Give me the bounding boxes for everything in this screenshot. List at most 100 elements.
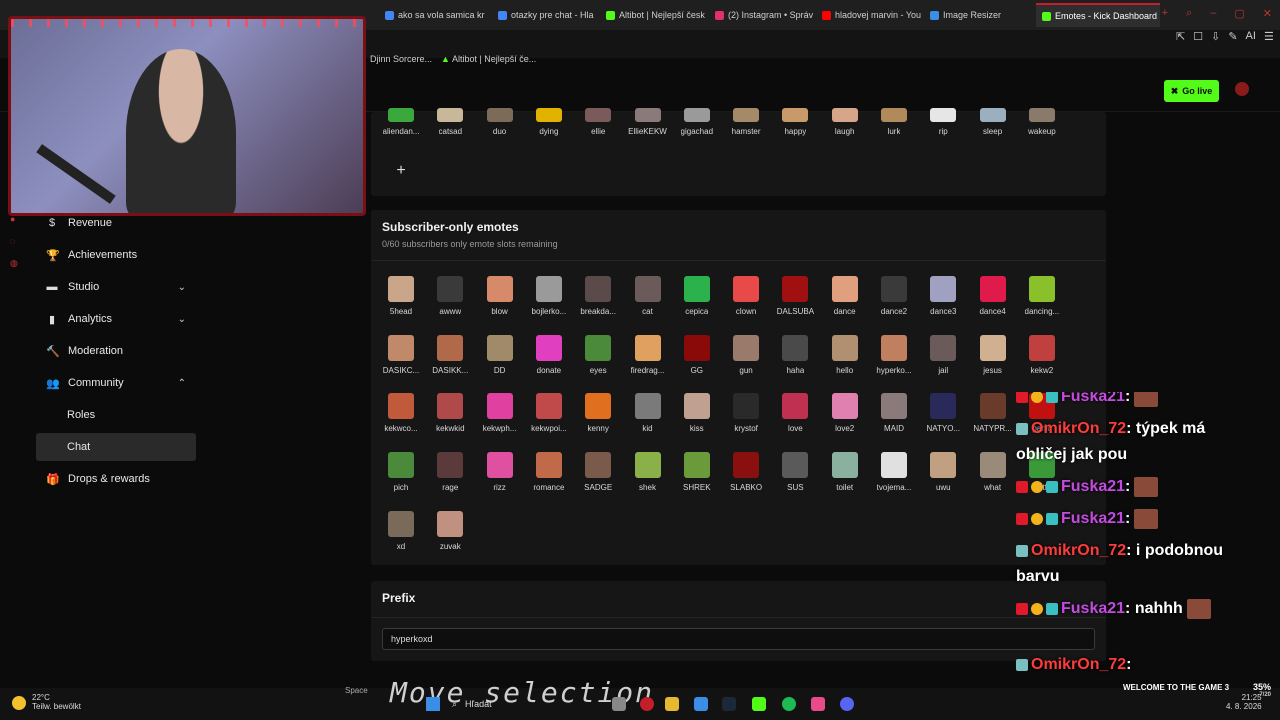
- file-explorer-icon[interactable]: [612, 697, 626, 711]
- taskbar-search[interactable]: ⌕ Hľadať: [452, 694, 592, 714]
- emote-item[interactable]: GG: [670, 334, 724, 385]
- search-tabs-icon[interactable]: ⌕: [1186, 7, 1192, 20]
- emote-item[interactable]: MAID: [867, 393, 921, 443]
- sidebar-item-achievements[interactable]: 🏆 Achievements: [36, 241, 196, 269]
- sidebar-item-analytics[interactable]: ▮ Analytics ⌄: [36, 305, 196, 333]
- sidebar-item-roles[interactable]: Roles: [36, 401, 196, 429]
- ai-icon[interactable]: AI: [1246, 30, 1256, 43]
- new-tab-icon[interactable]: +: [1162, 7, 1168, 20]
- emote-item[interactable]: romance: [522, 452, 576, 502]
- emote-item[interactable]: hyperko...: [867, 334, 921, 385]
- menu-icon[interactable]: ☰: [1264, 30, 1274, 43]
- maximize-icon[interactable]: ▢: [1234, 7, 1244, 20]
- avatar[interactable]: [1235, 82, 1249, 96]
- bookmark-item[interactable]: ▲ Altibot | Nejlepší če...: [441, 54, 536, 64]
- windows-start-icon[interactable]: [426, 697, 440, 711]
- emote-item[interactable]: shek: [621, 452, 675, 502]
- emote-item[interactable]: aliendan...: [374, 108, 428, 158]
- browser-tab[interactable]: Image Resizer: [930, 6, 1010, 24]
- emote-item[interactable]: toilet: [818, 452, 872, 502]
- emote-item[interactable]: kid: [621, 393, 675, 443]
- emote-item[interactable]: hello: [818, 334, 872, 385]
- weather-widget[interactable]: 22°C Teilw. bewölkt: [12, 693, 81, 711]
- sidebar-item-chat[interactable]: Chat: [36, 433, 196, 461]
- emote-item[interactable]: NATYO...: [916, 393, 970, 443]
- download-icon[interactable]: ⇩: [1211, 30, 1220, 43]
- emote-item[interactable]: krystof: [719, 393, 773, 443]
- emote-item[interactable]: hamster: [719, 108, 773, 158]
- prefix-input[interactable]: hyperkoxd: [382, 628, 1095, 650]
- emote-item[interactable]: donate: [522, 334, 576, 385]
- browser-tab[interactable]: ako sa vola samica kr: [385, 6, 485, 24]
- browser-tab[interactable]: otazky pre chat - Hla: [498, 6, 598, 24]
- emote-item[interactable]: wakeup: [1015, 108, 1069, 158]
- emote-item[interactable]: DALSUBA: [768, 276, 822, 326]
- emote-item[interactable]: laugh: [818, 108, 872, 158]
- emote-item[interactable]: kekwpoi...: [522, 393, 576, 443]
- emote-item[interactable]: jail: [916, 334, 970, 385]
- emote-item[interactable]: ellie: [571, 108, 625, 158]
- sidebar-item-studio[interactable]: ▬ Studio ⌄: [36, 273, 196, 301]
- emote-item[interactable]: xd: [374, 510, 428, 561]
- chevron-icon[interactable]: ⌄: [178, 282, 186, 293]
- emote-item[interactable]: uwu: [916, 452, 970, 502]
- emote-item[interactable]: dance3: [916, 276, 970, 326]
- emote-item[interactable]: kiss: [670, 393, 724, 443]
- pen-icon[interactable]: ✎: [1228, 30, 1237, 43]
- emote-item[interactable]: zuvak: [423, 510, 477, 561]
- emote-item[interactable]: dance4: [966, 276, 1020, 326]
- kick-icon[interactable]: [752, 697, 766, 711]
- emote-item[interactable]: SLABKO: [719, 452, 773, 502]
- sidebar-item-community[interactable]: 👥 Community ⌃: [36, 369, 196, 397]
- emote-item[interactable]: lurk: [867, 108, 921, 158]
- emote-item[interactable]: kekwco...: [374, 393, 428, 443]
- emote-item[interactable]: bojlerko...: [522, 276, 576, 326]
- emote-item[interactable]: DASIKK...: [423, 334, 477, 385]
- emote-item[interactable]: 5head: [374, 276, 428, 326]
- discord-icon[interactable]: [840, 697, 854, 711]
- app-icon[interactable]: [811, 697, 825, 711]
- rail-icon[interactable]: ◍: [10, 258, 18, 269]
- chevron-icon[interactable]: ⌄: [178, 314, 186, 325]
- steam-icon[interactable]: [722, 697, 736, 711]
- emote-item[interactable]: sleep: [966, 108, 1020, 158]
- browser-tab[interactable]: (2) Instagram • Správ: [715, 6, 815, 24]
- emote-item[interactable]: tvojema...: [867, 452, 921, 502]
- emote-item[interactable]: dance2: [867, 276, 921, 326]
- close-icon[interactable]: ✕: [1263, 7, 1272, 20]
- folder-icon[interactable]: [665, 697, 679, 711]
- emote-item[interactable]: dancing...: [1015, 276, 1069, 326]
- emote-item[interactable]: gun: [719, 334, 773, 385]
- minimize-icon[interactable]: –: [1210, 7, 1216, 20]
- emote-item[interactable]: happy: [768, 108, 822, 158]
- opera-icon[interactable]: [640, 697, 654, 711]
- go-live-button[interactable]: ✖ Go live: [1164, 80, 1219, 102]
- emote-item[interactable]: blow: [473, 276, 527, 326]
- emote-item[interactable]: DD: [473, 334, 527, 385]
- chevron-icon[interactable]: ⌃: [178, 378, 186, 389]
- sidebar-item-drops-rewards[interactable]: 🎁 Drops & rewards: [36, 465, 196, 493]
- browser-tab[interactable]: Altibot | Nejlepší česk: [606, 6, 706, 24]
- emote-item[interactable]: jesus: [966, 334, 1020, 385]
- emote-item[interactable]: kekw2: [1015, 334, 1069, 385]
- emote-item[interactable]: love: [768, 393, 822, 443]
- emote-item[interactable]: cepica: [670, 276, 724, 326]
- spotify-icon[interactable]: [782, 697, 796, 711]
- emote-item[interactable]: SUS: [768, 452, 822, 502]
- emote-item[interactable]: love2: [818, 393, 872, 443]
- emote-item[interactable]: SADGE: [571, 452, 625, 502]
- app-icon[interactable]: [694, 697, 708, 711]
- emote-item[interactable]: catsad: [423, 108, 477, 158]
- emote-item[interactable]: kekwkid: [423, 393, 477, 443]
- emote-item[interactable]: gigachad: [670, 108, 724, 158]
- emote-item[interactable]: kenny: [571, 393, 625, 443]
- emote-item[interactable]: eyes: [571, 334, 625, 385]
- bookmark-icon[interactable]: ☐: [1193, 30, 1203, 43]
- emote-item[interactable]: rage: [423, 452, 477, 502]
- emote-item[interactable]: rip: [916, 108, 970, 158]
- emote-item[interactable]: breakda...: [571, 276, 625, 326]
- add-emote-button[interactable]: +: [389, 160, 413, 182]
- emote-item[interactable]: duo: [473, 108, 527, 158]
- emote-item[interactable]: EllieKEKW: [621, 108, 675, 158]
- emote-item[interactable]: SHREK: [670, 452, 724, 502]
